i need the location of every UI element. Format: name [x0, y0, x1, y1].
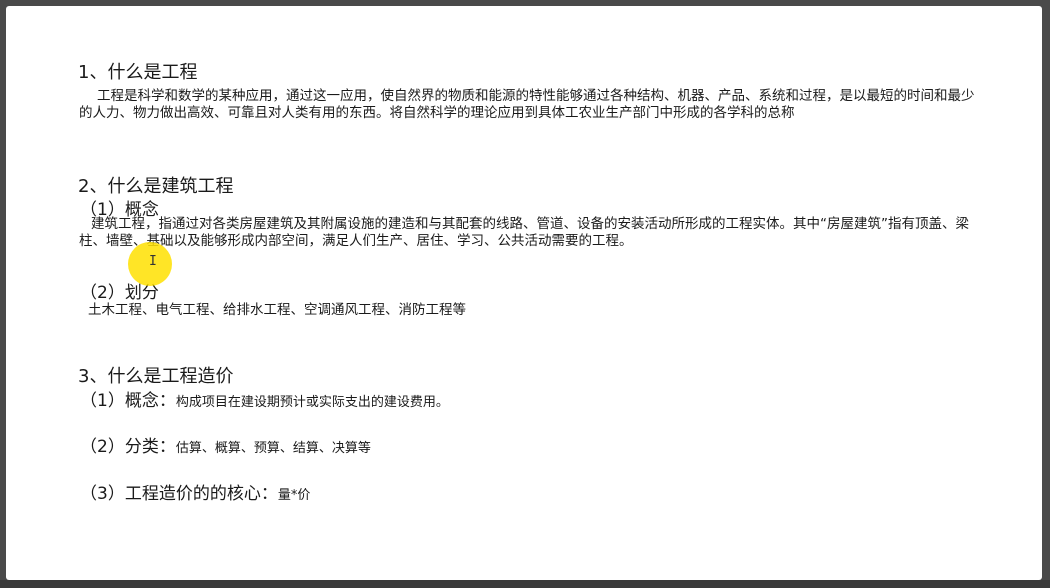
- section2-concept-text: 建筑工程，指通过对各类房屋建筑及其附属设施的建造和与其配套的线路、管道、设备的安…: [79, 216, 969, 249]
- slide: 1、什么是工程 工程是科学和数学的某种应用，通过这一应用，使自然界的物质和能源的…: [6, 6, 1042, 580]
- section3-item3-title: （3）工程造价的的核心：: [80, 484, 278, 504]
- section3-item3: （3）工程造价的的核心：量*价: [80, 479, 310, 504]
- section3-item3-text: 量*价: [277, 488, 311, 503]
- bottom-bar: [0, 580, 1050, 588]
- section2-division-text: 土木工程、电气工程、给排水工程、空调通风工程、消防工程等: [88, 302, 466, 318]
- section3-item2-text: 估算、概算、预算、结算、决算等: [175, 441, 371, 456]
- section3-heading: 3、什么是工程造价: [78, 366, 234, 387]
- section1-text: 工程是科学和数学的某种应用，通过这一应用，使自然界的物质和能源的特性能够通过各种…: [79, 88, 975, 121]
- section3-item1-text: 构成项目在建设期预计或实际支出的建设费用。: [175, 395, 449, 410]
- section3-item1-title: （1）概念：: [80, 391, 176, 411]
- text-cursor-icon: I: [149, 254, 157, 269]
- section3-item2-title: （2）分类：: [80, 437, 176, 457]
- section3-item2: （2）分类：估算、概算、预算、结算、决算等: [80, 432, 371, 457]
- section1-heading: 1、什么是工程: [78, 62, 198, 83]
- section3-item1: （1）概念：构成项目在建设期预计或实际支出的建设费用。: [80, 386, 449, 411]
